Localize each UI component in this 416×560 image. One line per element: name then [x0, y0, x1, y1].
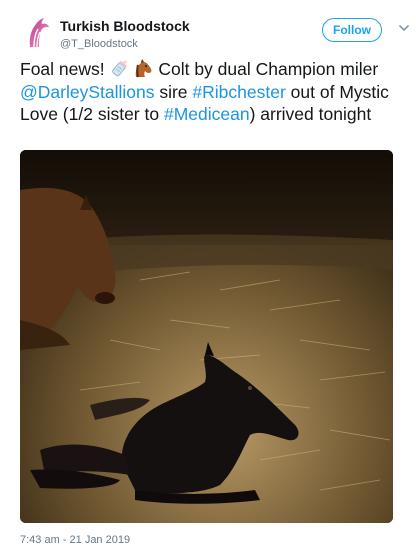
mention-link[interactable]: @DarleyStallions	[20, 82, 154, 102]
baby-bottle-icon	[109, 58, 131, 78]
tweet-text-part: sire	[154, 81, 193, 102]
account-avatar[interactable]	[20, 14, 56, 50]
tweet-text-part: ) arrived tonight	[249, 104, 372, 124]
hashtag-link[interactable]: #Medicean	[164, 104, 250, 124]
chevron-down-icon[interactable]	[399, 23, 409, 33]
tweet-text-part: Foal news!	[20, 59, 110, 79]
tweet-text: Foal news! Colt by dual Champion miler @…	[20, 58, 400, 126]
tweet-text-part: Colt by dual Champion miler	[153, 59, 379, 79]
tweet-timestamp[interactable]: 7:43 am - 21 Jan 2019	[20, 534, 130, 546]
horse-face-icon	[131, 58, 153, 78]
tweet-photo[interactable]	[20, 150, 393, 523]
tweet-header: Turkish Bloodstock @T_Bloodstock Follow	[20, 14, 409, 54]
account-names: Turkish Bloodstock @T_Bloodstock	[60, 17, 190, 51]
follow-button[interactable]: Follow	[322, 18, 382, 42]
account-handle[interactable]: @T_Bloodstock	[60, 37, 190, 51]
mare-and-foal-photo-icon	[20, 150, 393, 523]
horse-logo-icon	[29, 18, 49, 48]
display-name[interactable]: Turkish Bloodstock	[60, 17, 190, 35]
hashtag-link[interactable]: #Ribchester	[192, 82, 285, 102]
